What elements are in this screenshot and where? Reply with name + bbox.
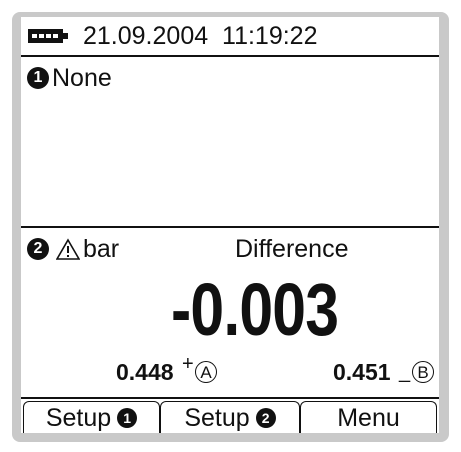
- input-b-value: 0.451: [333, 359, 391, 385]
- mode-label: Difference: [235, 235, 349, 263]
- channel-1-title: 1 None: [27, 63, 112, 93]
- input-a-sign: +: [182, 353, 194, 375]
- menu-label: Menu: [337, 403, 400, 432]
- warning-triangle-icon: [56, 238, 80, 260]
- channel-1-panel: 1 None: [21, 57, 439, 225]
- status-bar: 21.09.2004 11:19:22: [21, 17, 439, 57]
- channel-2-header: 2 bar: [27, 234, 119, 264]
- main-reading: -0.003: [171, 268, 339, 351]
- display-screen: 21.09.2004 11:19:22 1 None 2 bar Differe…: [21, 17, 439, 433]
- setup-2-number-icon: 2: [255, 407, 276, 428]
- input-a-port-icon: A: [195, 361, 217, 383]
- channel-2-number-icon: 2: [27, 238, 49, 260]
- channel-1-label: None: [52, 64, 112, 92]
- input-b-reading: 0.451 _ B: [333, 358, 434, 386]
- date-text: 21.09.2004: [83, 22, 209, 50]
- setup-1-number-icon: 1: [117, 407, 138, 428]
- setup-1-button[interactable]: Setup 1: [23, 401, 160, 433]
- input-b-port-icon: B: [412, 361, 434, 383]
- battery-icon: [28, 29, 68, 43]
- time-text: 11:19:22: [222, 22, 318, 50]
- setup-2-button[interactable]: Setup 2: [160, 401, 300, 433]
- channel-2-panel: 2 bar Difference -0.003 0.448 + A 0.451 …: [21, 228, 439, 385]
- input-a-value: 0.448: [116, 359, 174, 385]
- menu-button[interactable]: Menu: [300, 401, 437, 433]
- input-b-sign: _: [399, 361, 411, 383]
- input-a-reading: 0.448 + A: [116, 353, 217, 386]
- softkey-bar: Setup 1 Setup 2 Menu: [21, 397, 439, 433]
- setup-1-label: Setup: [45, 403, 112, 432]
- setup-2-label: Setup: [184, 403, 250, 432]
- channel-1-number-icon: 1: [27, 67, 49, 89]
- unit-label: bar: [83, 235, 120, 263]
- date-time: 21.09.2004 11:19:22: [83, 21, 318, 51]
